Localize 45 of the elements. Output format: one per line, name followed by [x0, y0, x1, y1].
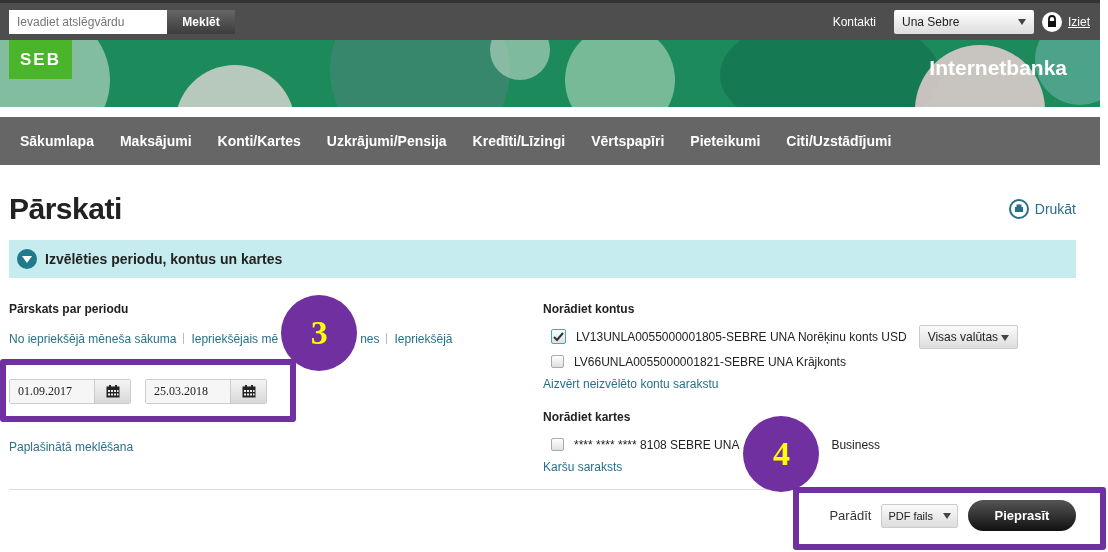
- period-link[interactable]: Iepriekšējā: [394, 332, 453, 346]
- card-list-link[interactable]: Karšu saraksts: [543, 460, 623, 474]
- nav-item[interactable]: Kredīti/Līzingi: [463, 133, 575, 149]
- card-label: **** **** **** 8108 SEBRE UNA: [574, 437, 740, 452]
- search-field[interactable]: Ievadiet atslēgvārdu: [9, 9, 167, 34]
- callout-marker: 4: [743, 415, 820, 492]
- page-title: Pārskati: [9, 192, 122, 226]
- print-link[interactable]: Drukāt: [1034, 201, 1076, 217]
- account-label: LV66UNLA0055000001821-SEBRE UNA Krājkonts: [574, 354, 846, 369]
- user-select[interactable]: Una Sebre: [894, 9, 1034, 34]
- contacts-link[interactable]: Kontakti: [832, 14, 876, 29]
- section-heading: Pārskats par periodu: [9, 302, 130, 316]
- callout-marker: 3: [281, 294, 358, 371]
- nav-item[interactable]: Maksājumi: [110, 133, 201, 149]
- nav-item[interactable]: Vērtspapīri: [582, 133, 674, 149]
- nav-item[interactable]: Konti/Kartes: [208, 133, 310, 149]
- nav-item[interactable]: Sākumlapa: [11, 133, 103, 149]
- period-link[interactable]: No iepriekšējā mēneša sākuma: [9, 332, 177, 346]
- checkbox[interactable]: [551, 355, 564, 368]
- format-select[interactable]: PDF fails: [881, 503, 958, 528]
- section-heading: Norādiet kartes: [543, 410, 632, 424]
- accordion-title: Izvēlēties periodu, kontus un kartes: [45, 251, 283, 267]
- print-icon[interactable]: [1008, 199, 1029, 219]
- caret-icon: [1018, 18, 1026, 25]
- lock-icon[interactable]: [1042, 11, 1062, 32]
- account-label: LV13UNLA0055000001805-SEBRE UNA Norēķinu konts USD: [576, 329, 907, 344]
- search-button[interactable]: Meklēt: [167, 9, 235, 34]
- nav-item[interactable]: Uzkrājumi/Pensija: [317, 133, 456, 149]
- show-label: Parādīt: [829, 508, 872, 523]
- advanced-search-link[interactable]: Paplašinātā meklēšana: [9, 440, 134, 454]
- submit-button[interactable]: Pieprasīt: [968, 500, 1076, 531]
- period-link[interactable]: nes: [360, 332, 380, 346]
- currency-select[interactable]: Visas valūtas: [918, 324, 1019, 349]
- checkbox[interactable]: [551, 438, 564, 451]
- close-list-link[interactable]: Aizvērt neizvēlēto kontu sarakstu: [543, 377, 719, 391]
- accordion-header[interactable]: Izvēlēties periodu, kontus un kartes: [9, 240, 1076, 278]
- caret-icon: [943, 512, 951, 519]
- checkbox[interactable]: [551, 329, 566, 344]
- period-link[interactable]: Iepriekšējais mē: [191, 332, 279, 346]
- card-label: Business: [831, 437, 881, 452]
- logout-link[interactable]: Iziet: [1068, 14, 1090, 29]
- nav-item[interactable]: Citi/Uzstādījumi: [777, 133, 901, 149]
- section-heading: Norādiet kontus: [543, 302, 636, 316]
- nav-item[interactable]: Pieteikumi: [681, 133, 770, 149]
- caret-icon: [1001, 334, 1010, 341]
